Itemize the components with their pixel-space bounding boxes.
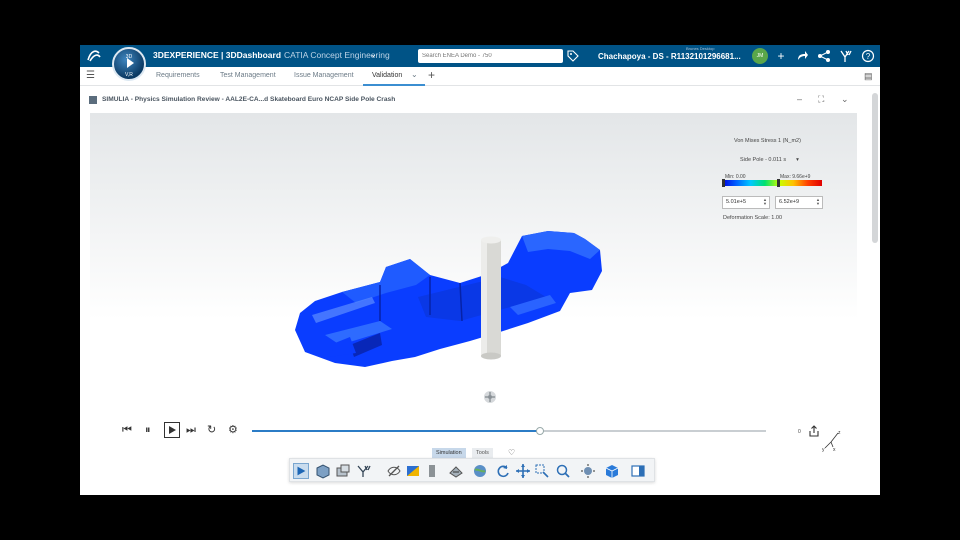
result-step-value: Side Pole - 0.011 s	[740, 157, 787, 163]
menu-icon[interactable]: ☰	[86, 70, 95, 81]
deformation-scale: Deformation Scale: 1.00	[723, 215, 783, 221]
tab-test-management[interactable]: Test Management	[220, 72, 276, 79]
dassault-logo-icon[interactable]	[86, 48, 102, 64]
minimize-icon[interactable]: –	[797, 94, 802, 104]
share-network-icon[interactable]	[817, 49, 831, 63]
search-icon[interactable]	[532, 49, 546, 63]
widget-header: SIMULIA - Physics Simulation Review - AA…	[80, 93, 870, 109]
tab-chevron-down-icon[interactable]: ⌄	[411, 70, 418, 79]
widget-app-icon	[89, 96, 97, 104]
svg-text:z: z	[838, 430, 841, 436]
measure-icon[interactable]	[448, 463, 464, 479]
apps-y-icon[interactable]	[839, 49, 853, 63]
result-step-chevron-down-icon: ▾	[796, 157, 799, 163]
legend-lower-value: 5.01e+5	[726, 199, 747, 205]
svg-text:?: ?	[866, 52, 871, 61]
globe-material-icon[interactable]	[472, 463, 488, 479]
chat-icon[interactable]: ▤	[864, 71, 873, 82]
toolbar-tab-simulation[interactable]: Simulation	[432, 448, 466, 458]
timeline-handle[interactable]	[535, 427, 544, 435]
brand-title[interactable]: 3DEXPERIENCE | 3DDashboard CATIA Concept …	[153, 50, 390, 60]
legend-title: Von Mises Stress 1 (N_m2)	[734, 138, 801, 144]
maximize-icon[interactable]: ⛶	[818, 94, 824, 105]
widget-title: SIMULIA - Physics Simulation Review - AA…	[102, 96, 396, 103]
model-view-icon[interactable]	[315, 463, 331, 479]
view-cube-icon[interactable]	[604, 463, 620, 479]
gear-icon[interactable]: ⚙	[228, 423, 238, 437]
compass-play-icon	[127, 58, 134, 68]
skip-to-end-icon[interactable]: ⏭	[186, 423, 196, 437]
scrollbar[interactable]	[872, 93, 878, 243]
compass-icon[interactable]: 3D V,R	[112, 47, 146, 81]
action-toolbar	[289, 458, 655, 482]
tab-validation[interactable]: Validation	[372, 72, 402, 79]
fit-all-icon[interactable]	[580, 463, 596, 479]
help-icon[interactable]: ?	[861, 49, 875, 63]
legend-upper-input[interactable]: 6.52e+9 ▲ ▼	[775, 196, 823, 209]
zoom-icon[interactable]	[555, 463, 571, 479]
toolbar-collapse-chevron-icon[interactable]: ♡	[504, 448, 519, 458]
legend-lower-input[interactable]: 5.01e+5 ▲ ▼	[722, 196, 770, 209]
play-simulation-icon[interactable]	[293, 463, 309, 479]
compass-bottom-label: V,R	[125, 72, 133, 78]
skip-to-start-icon[interactable]: ⏮	[122, 423, 132, 437]
legend-color-bar	[722, 180, 822, 186]
svg-text:y: y	[822, 447, 825, 452]
avatar[interactable]: JM	[752, 48, 768, 64]
app-window: 3DEXPERIENCE | 3DDashboard CATIA Concept …	[80, 45, 880, 495]
top-bar: 3DEXPERIENCE | 3DDashboard CATIA Concept …	[80, 45, 880, 67]
clipping-box-icon[interactable]	[424, 463, 440, 479]
tab-requirements[interactable]: Requirements	[156, 72, 200, 79]
axis-triad-icon[interactable]: z y x	[821, 430, 841, 452]
legend-min-handle[interactable]	[722, 179, 725, 187]
section-cut-icon[interactable]	[405, 463, 421, 479]
brand-name: 3DEXPERIENCE | 3DDashboard	[153, 50, 282, 60]
legend-max-handle[interactable]	[777, 179, 780, 187]
pause-icon[interactable]: ⏸	[145, 423, 151, 437]
tag-icon[interactable]	[567, 50, 579, 62]
svg-text:x: x	[833, 447, 836, 452]
hide-show-icon[interactable]	[386, 463, 402, 479]
user-name-menu[interactable]: Chachapoya - DS - R1132101296681...	[598, 52, 741, 61]
move-manipulator-icon[interactable]	[483, 390, 497, 404]
mesh-view-icon[interactable]	[335, 463, 351, 479]
upper-spinner-icon[interactable]: ▲ ▼	[816, 198, 820, 206]
rotate-icon[interactable]	[495, 463, 511, 479]
export-icon[interactable]	[808, 425, 820, 437]
active-tab-indicator	[363, 84, 425, 86]
play-icon	[169, 426, 176, 434]
play-button[interactable]	[164, 422, 180, 438]
user-label: Brunes Desktop	[686, 46, 715, 51]
display-mode-icon[interactable]	[630, 463, 646, 479]
legend-upper-value: 6.52e+9	[779, 199, 800, 205]
share-arrow-icon[interactable]	[795, 49, 809, 63]
pan-icon[interactable]	[515, 463, 531, 479]
loop-icon[interactable]: ↻	[207, 423, 216, 437]
toolbar-tab-tools[interactable]: Tools	[472, 448, 493, 458]
add-icon[interactable]: +	[774, 49, 788, 63]
zoom-area-icon[interactable]	[534, 463, 550, 479]
tab-issue-management[interactable]: Issue Management	[294, 72, 354, 79]
widget-chevron-down-icon[interactable]: ⌄	[841, 94, 849, 105]
frame-value: 0	[798, 429, 801, 435]
sensor-y-icon[interactable]	[356, 463, 372, 479]
lower-spinner-icon[interactable]: ▲ ▼	[763, 198, 767, 206]
add-tab-icon[interactable]: +	[428, 68, 435, 82]
tab-bar: ☰ Requirements Test Management Issue Man…	[80, 67, 880, 86]
result-step-select[interactable]: Side Pole - 0.011 s ▾	[740, 157, 799, 163]
timeline-progress	[252, 430, 540, 432]
role-chevron-down-icon[interactable]: ⌄	[370, 50, 377, 59]
